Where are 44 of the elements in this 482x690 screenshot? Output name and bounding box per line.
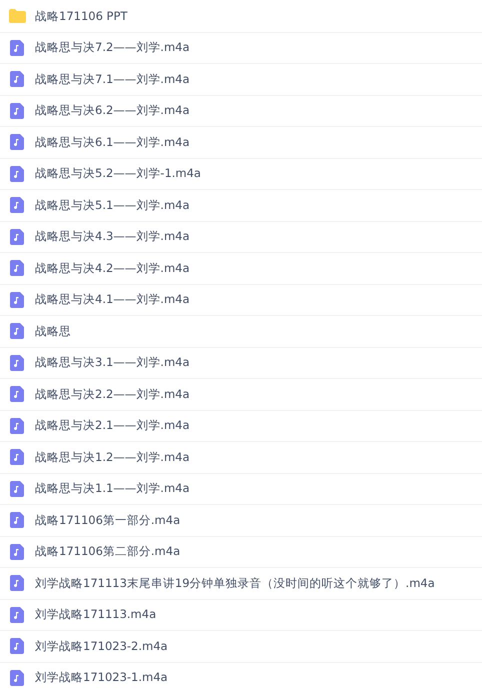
file-name[interactable]: 战略思与决7.1——刘学.m4a <box>35 72 190 87</box>
file-name[interactable]: 战略171106第一部分.m4a <box>35 512 180 528</box>
music-file-icon <box>10 102 24 119</box>
file-name[interactable]: 刘学战略171023-2.m4a <box>35 638 168 654</box>
music-file-icon <box>10 323 24 340</box>
file-name[interactable]: 战略思与决4.1——刘学.m4a <box>35 292 190 308</box>
file-name[interactable]: 战略思 <box>35 324 71 339</box>
music-file-icon <box>10 134 24 150</box>
music-file-icon <box>10 197 24 214</box>
music-file-icon <box>10 544 24 560</box>
music-file-icon <box>10 512 24 528</box>
file-name[interactable]: 战略思与决5.1——刘学.m4a <box>35 198 190 213</box>
file-name[interactable]: 战略思与决5.2——刘学-1.m4a <box>35 166 201 182</box>
music-file-icon <box>10 292 24 308</box>
file-name[interactable]: 战略思与决3.1——刘学.m4a <box>35 355 190 370</box>
file-name[interactable]: 战略思与决7.2——刘学.m4a <box>35 40 190 56</box>
music-file-icon <box>10 386 24 402</box>
music-file-icon <box>10 449 24 466</box>
file-name[interactable]: 战略171106 PPT <box>35 8 128 24</box>
music-file-icon <box>10 354 24 371</box>
music-file-icon <box>10 638 24 654</box>
file-name[interactable]: 刘学战略171113末尾串讲19分钟单独录音（没时间的听这个就够了）.m4a <box>35 576 435 591</box>
file-name[interactable]: 刘学战略171113.m4a <box>35 607 156 622</box>
music-file-icon <box>10 71 24 88</box>
file-name[interactable]: 战略思与决4.3——刘学.m4a <box>35 229 190 244</box>
file-name[interactable]: 刘学战略171023-1.m4a <box>35 670 168 686</box>
music-file-icon <box>10 40 24 56</box>
file-name[interactable]: 战略思与决6.2——刘学.m4a <box>35 103 190 118</box>
file-name[interactable]: 战略思与决6.1——刘学.m4a <box>35 134 190 150</box>
music-file-icon <box>10 606 24 623</box>
file-name[interactable]: 战略思与决2.1——刘学.m4a <box>35 418 190 434</box>
music-file-icon <box>10 670 24 686</box>
file-name[interactable]: 战略思与决4.2——刘学.m4a <box>35 260 190 276</box>
music-file-icon <box>10 166 24 182</box>
music-file-icon <box>10 228 24 245</box>
music-file-icon <box>10 418 24 434</box>
file-name[interactable]: 战略思与决1.1——刘学.m4a <box>35 481 190 496</box>
file-name[interactable]: 战略思与决1.2——刘学.m4a <box>35 450 190 465</box>
folder-icon <box>9 9 26 24</box>
file-name[interactable]: 战略171106第二部分.m4a <box>35 544 180 560</box>
music-file-icon <box>10 480 24 497</box>
music-file-icon <box>10 575 24 592</box>
file-name[interactable]: 战略思与决2.2——刘学.m4a <box>35 386 190 402</box>
music-file-icon <box>10 260 24 276</box>
